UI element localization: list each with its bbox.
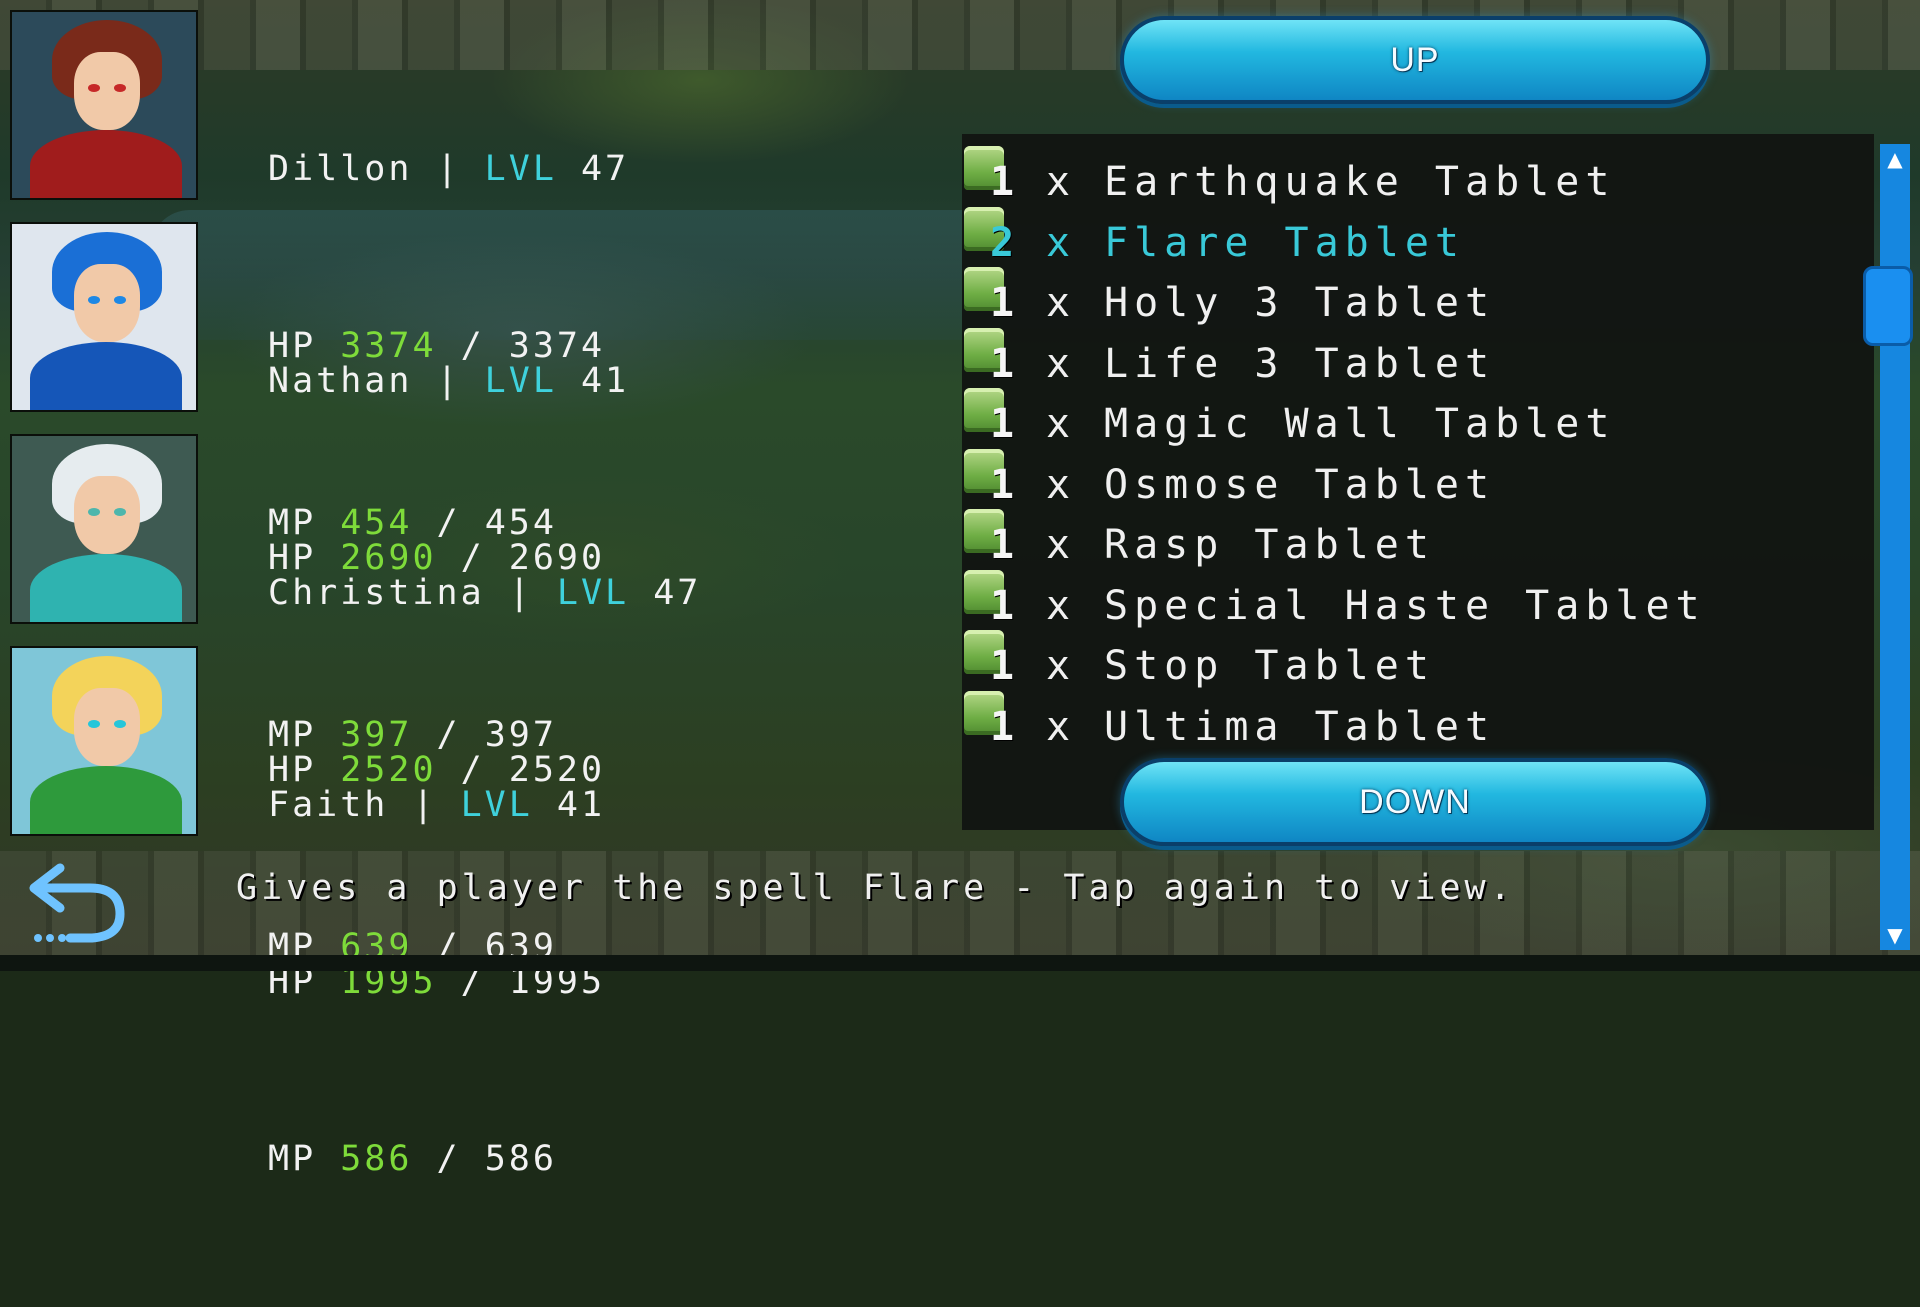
item-quantity: 1 [990, 280, 1021, 326]
item-quantity: 1 [990, 461, 1021, 508]
member-name: Faith [268, 785, 389, 825]
mp-label: MP [268, 1139, 317, 1179]
party-member[interactable]: Dillon | LVL 47 HP 3374 / 3374 MP 454 / … [0, 10, 760, 543]
item-name: Earthquake Tablet [1104, 159, 1616, 205]
level-value: 47 [653, 573, 702, 613]
scrollbar-track[interactable] [1880, 144, 1910, 950]
scroll-down-button[interactable]: DOWN [1120, 758, 1710, 846]
party-member[interactable]: Christina | LVL 47 HP 2520 / 2520 MP 639… [0, 434, 760, 967]
party-member[interactable]: Nathan | LVL 41 HP 2690 / 2690 MP 397 / … [0, 222, 760, 755]
item-name: Ultima Tablet [1104, 703, 1496, 750]
level-label: LVL [484, 149, 557, 189]
item-quantity: 2 [990, 219, 1021, 266]
mp-current: 586 [340, 1139, 413, 1179]
back-button[interactable] [20, 846, 140, 946]
mp-max: 586 [484, 1139, 557, 1179]
chevron-down-icon[interactable]: ▼ [1880, 920, 1910, 950]
level-label: LVL [484, 361, 557, 401]
item-name: Life 3 Tablet [1104, 340, 1496, 387]
item-name: Special Haste Tablet [1104, 582, 1706, 629]
item-name: Osmose Tablet [1104, 461, 1496, 508]
member-name: Nathan [268, 361, 413, 401]
portrait-christina[interactable] [10, 434, 198, 624]
back-arrow-icon [29, 863, 125, 943]
member-name: Christina [268, 573, 485, 613]
item-description: Gives a player the spell Flare - Tap aga… [236, 868, 1515, 908]
item-name: Rasp Tablet [1104, 522, 1435, 568]
item-quantity: 1 [990, 401, 1021, 447]
level-label: LVL [556, 573, 630, 613]
scroll-up-button[interactable]: UP [1120, 16, 1710, 104]
item-quantity: 1 [990, 643, 1021, 689]
member-name: Dillon [268, 149, 413, 189]
portrait-nathan[interactable] [10, 222, 198, 412]
party-list: Dillon | LVL 47 HP 3374 / 3374 MP 454 / … [0, 0, 760, 1179]
item-quantity: 1 [990, 522, 1021, 568]
level-value: 41 [580, 361, 630, 401]
item-name: Stop Tablet [1104, 643, 1435, 689]
item-name: Magic Wall Tablet [1104, 401, 1616, 447]
level-value: 41 [556, 785, 606, 825]
portrait-dillon[interactable] [10, 10, 198, 200]
level-label: LVL [460, 785, 533, 825]
item-quantity: 1 [990, 703, 1021, 750]
party-member[interactable]: Faith | LVL 41 HP 1995 / 1995 MP 586 / 5… [0, 646, 760, 1179]
scrollbar-thumb[interactable] [1863, 266, 1913, 346]
portrait-faith[interactable] [10, 646, 198, 836]
level-value: 47 [580, 149, 630, 189]
item-name: Holy 3 Tablet [1104, 280, 1496, 326]
item-quantity: 1 [990, 159, 1021, 205]
item-name: Flare Tablet [1104, 219, 1465, 266]
chevron-up-icon[interactable]: ▲ [1880, 144, 1910, 174]
item-quantity: 1 [990, 582, 1021, 629]
bottom-border [0, 955, 1920, 971]
item-quantity: 1 [990, 340, 1021, 387]
